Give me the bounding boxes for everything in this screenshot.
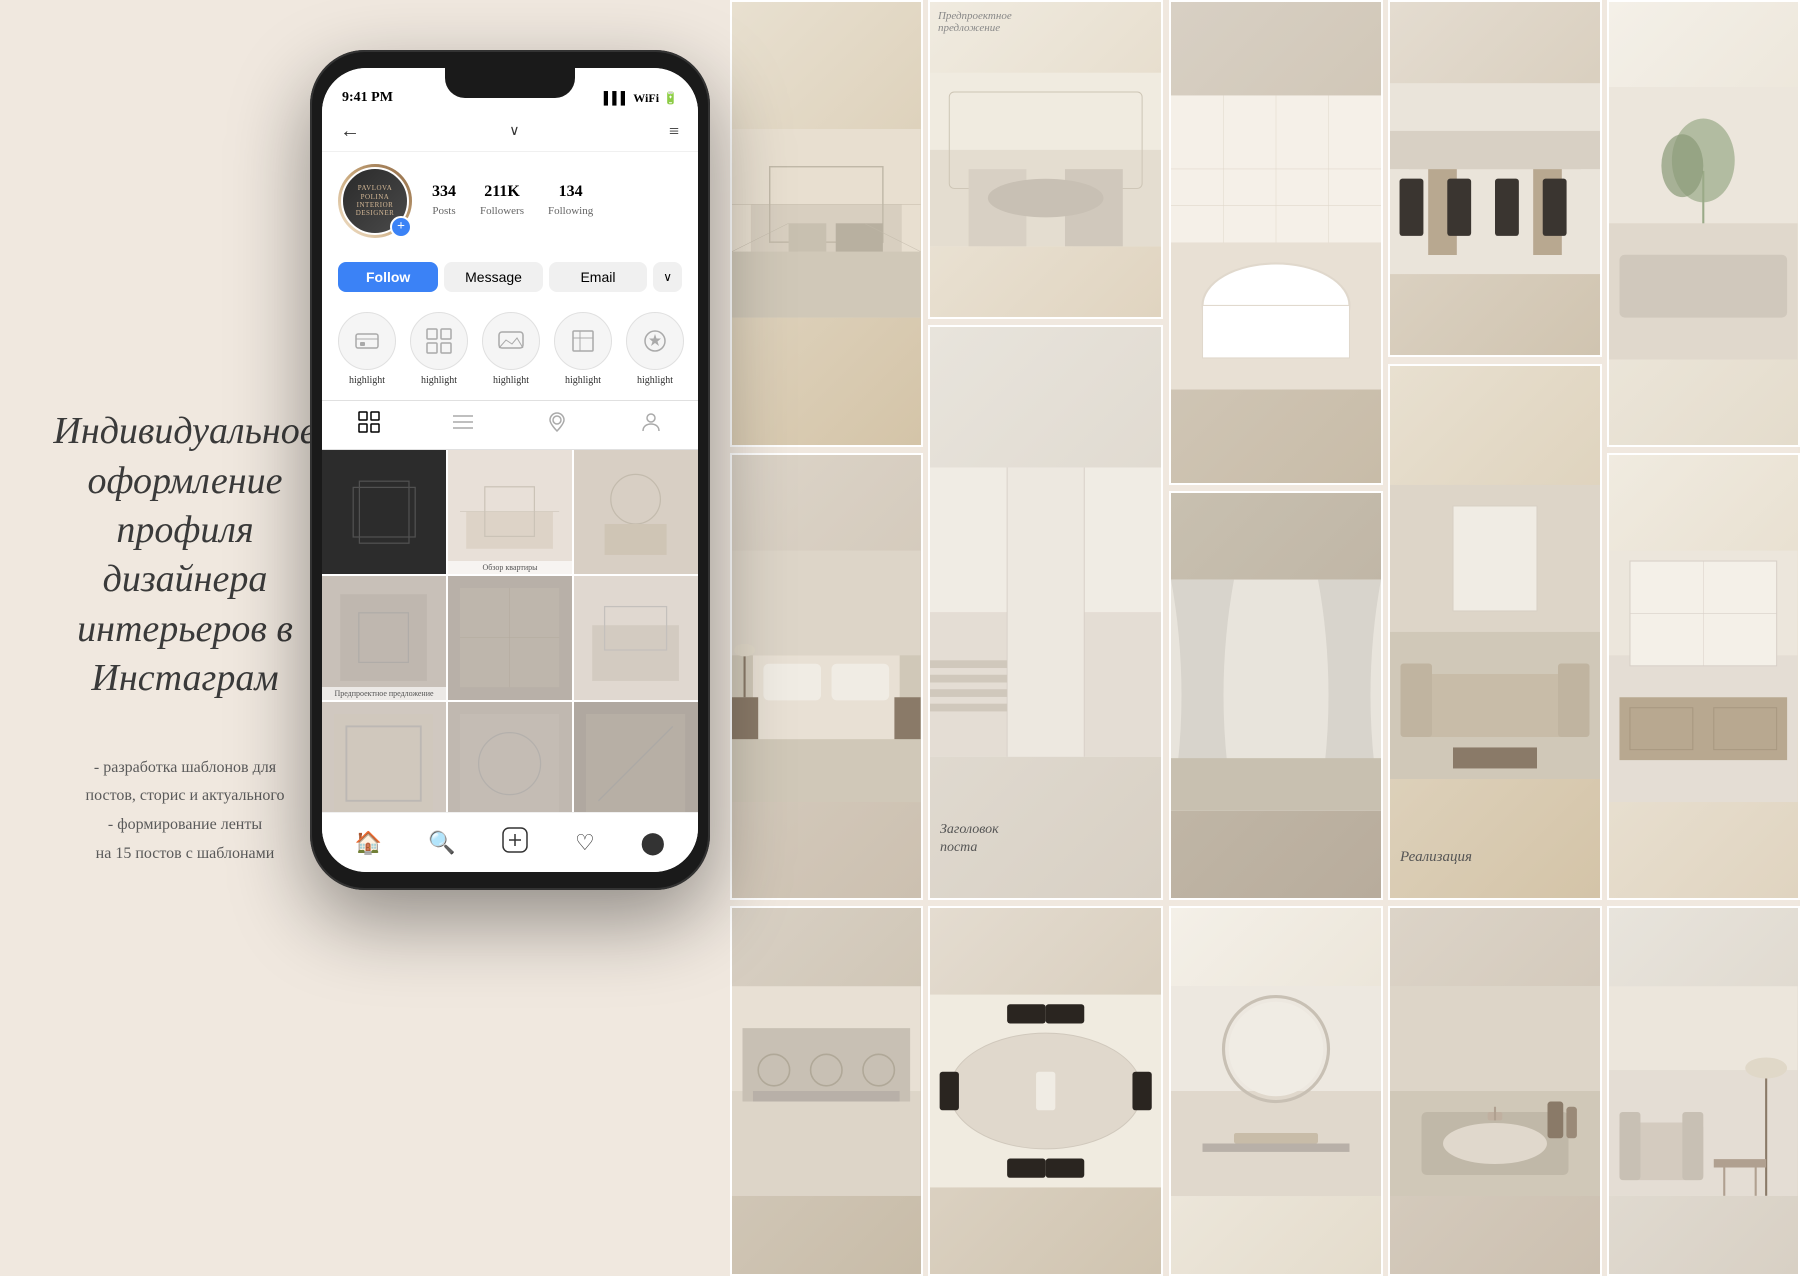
profile-stats: 334 Posts 211K Followers 134 Following xyxy=(432,183,593,219)
back-button[interactable]: ← xyxy=(340,120,360,143)
tile-4 xyxy=(1388,0,1602,357)
action-buttons: Follow Message Email ∨ xyxy=(322,256,698,302)
tile-7: Заголовокпоста xyxy=(928,325,1163,899)
grid-cell-5[interactable] xyxy=(448,576,572,700)
highlight-circle-5 xyxy=(626,312,684,370)
tab-bar xyxy=(322,400,698,450)
highlight-1[interactable]: highlight xyxy=(338,312,396,386)
profile-top: PAVLOVA POLINA INTERIOR DESIGNER + 334 P… xyxy=(338,164,682,238)
email-button[interactable]: Email xyxy=(549,262,647,292)
tile-1 xyxy=(730,0,923,447)
main-title: Индивидуальное оформление профиля дизайн… xyxy=(30,407,340,703)
grid-cell-6[interactable] xyxy=(574,576,698,700)
grid-cell-8[interactable] xyxy=(448,702,572,826)
posts-label: Posts xyxy=(432,205,455,217)
highlight-circle-3 xyxy=(482,312,540,370)
search-icon[interactable]: 🔍 xyxy=(428,830,455,856)
more-button[interactable]: ∨ xyxy=(653,262,682,292)
profile-section: PAVLOVA POLINA INTERIOR DESIGNER + 334 P… xyxy=(322,152,698,256)
tile-12 xyxy=(928,906,1163,1276)
avatar-text: PAVLOVA POLINA INTERIOR DESIGNER xyxy=(343,184,407,218)
highlight-circle-1 xyxy=(338,312,396,370)
following-stat[interactable]: 134 Following xyxy=(548,183,593,219)
grid-cell-1[interactable] xyxy=(322,450,446,574)
grid-cell-7[interactable] xyxy=(322,702,446,826)
tile-14 xyxy=(1388,906,1602,1276)
tile-15 xyxy=(1607,906,1800,1276)
highlight-3[interactable]: highlight xyxy=(482,312,540,386)
grid-view-tab[interactable] xyxy=(358,411,380,439)
highlight-4[interactable]: highlight xyxy=(554,312,612,386)
status-icons: ▌▌▌ WiFi 🔋 xyxy=(604,91,678,106)
add-story-button[interactable]: + xyxy=(390,216,412,238)
profile-dropdown[interactable]: ∨ xyxy=(509,123,519,140)
tile-2: Предпроектноепредложение xyxy=(928,0,1163,319)
grid-cell-3[interactable] xyxy=(574,450,698,574)
highlight-circle-2 xyxy=(410,312,468,370)
grid-cell-4[interactable]: Предпроектное предложение xyxy=(322,576,446,700)
add-post-icon[interactable] xyxy=(501,826,529,860)
highlight-label-3: highlight xyxy=(493,375,529,386)
highlight-2[interactable]: highlight xyxy=(410,312,468,386)
menu-icon[interactable]: ≡ xyxy=(669,121,680,142)
highlight-5[interactable]: highlight xyxy=(626,312,684,386)
list-view-tab[interactable] xyxy=(452,411,474,439)
grid-cell-9[interactable]: Заголовок поста xyxy=(574,702,698,826)
tile-13 xyxy=(1169,906,1383,1276)
followers-label: Followers xyxy=(480,205,524,217)
followers-stat[interactable]: 211K Followers xyxy=(480,183,524,219)
tile-9: Реализация xyxy=(1388,364,1602,900)
message-button[interactable]: Message xyxy=(444,262,542,292)
phone-body: 9:41 PM ▌▌▌ WiFi 🔋 ← ∨ ≡ xyxy=(310,50,710,890)
phone-mockup: 9:41 PM ▌▌▌ WiFi 🔋 ← ∨ ≡ xyxy=(310,50,730,910)
following-label: Following xyxy=(548,205,593,217)
following-count: 134 xyxy=(548,183,593,201)
followers-count: 211K xyxy=(480,183,524,201)
heart-icon[interactable]: ♡ xyxy=(575,830,595,856)
home-icon[interactable]: 🏠 xyxy=(355,830,382,856)
grid-overlay-1: Обзор квартиры xyxy=(448,561,572,574)
collage-area: Предпроектноепредложение xyxy=(730,0,1800,1276)
status-time: 9:41 PM xyxy=(342,90,393,106)
profile-icon[interactable]: ⬤ xyxy=(640,830,665,856)
posts-stat: 334 Posts xyxy=(432,183,456,219)
highlight-circle-4 xyxy=(554,312,612,370)
tile-10 xyxy=(1607,453,1800,900)
nav-bar: ← ∨ ≡ xyxy=(322,112,698,152)
location-tab[interactable] xyxy=(546,411,568,439)
phone-screen: 9:41 PM ▌▌▌ WiFi 🔋 ← ∨ ≡ xyxy=(322,68,698,872)
collage-grid: Предпроектноепредложение xyxy=(730,0,1800,1276)
bottom-nav: 🏠 🔍 ♡ ⬤ xyxy=(322,812,698,872)
photo-grid: Обзор квартиры xyxy=(322,450,698,826)
highlights-section: highlight highlight highlight xyxy=(322,302,698,400)
highlight-label-4: highlight xyxy=(565,375,601,386)
tile-8 xyxy=(1169,491,1383,899)
follow-button[interactable]: Follow xyxy=(338,262,438,292)
tile-5 xyxy=(1607,0,1800,447)
tile-11 xyxy=(730,906,923,1276)
wifi-icon: WiFi xyxy=(633,91,659,106)
battery-icon: 🔋 xyxy=(663,91,678,106)
highlight-label-5: highlight xyxy=(637,375,673,386)
signal-icon: ▌▌▌ xyxy=(604,91,630,106)
posts-count: 334 xyxy=(432,183,456,201)
grid-overlay-2: Предпроектное предложение xyxy=(322,687,446,700)
people-tab[interactable] xyxy=(640,411,662,439)
grid-cell-2[interactable]: Обзор квартиры xyxy=(448,450,572,574)
tile-3 xyxy=(1169,0,1383,485)
highlight-label-2: highlight xyxy=(421,375,457,386)
phone-notch xyxy=(445,68,575,98)
tile-6 xyxy=(730,453,923,900)
highlight-label-1: highlight xyxy=(349,375,385,386)
avatar-wrapper[interactable]: PAVLOVA POLINA INTERIOR DESIGNER + xyxy=(338,164,412,238)
subtitle: - разработка шаблонов для постов, сторис… xyxy=(86,754,285,869)
